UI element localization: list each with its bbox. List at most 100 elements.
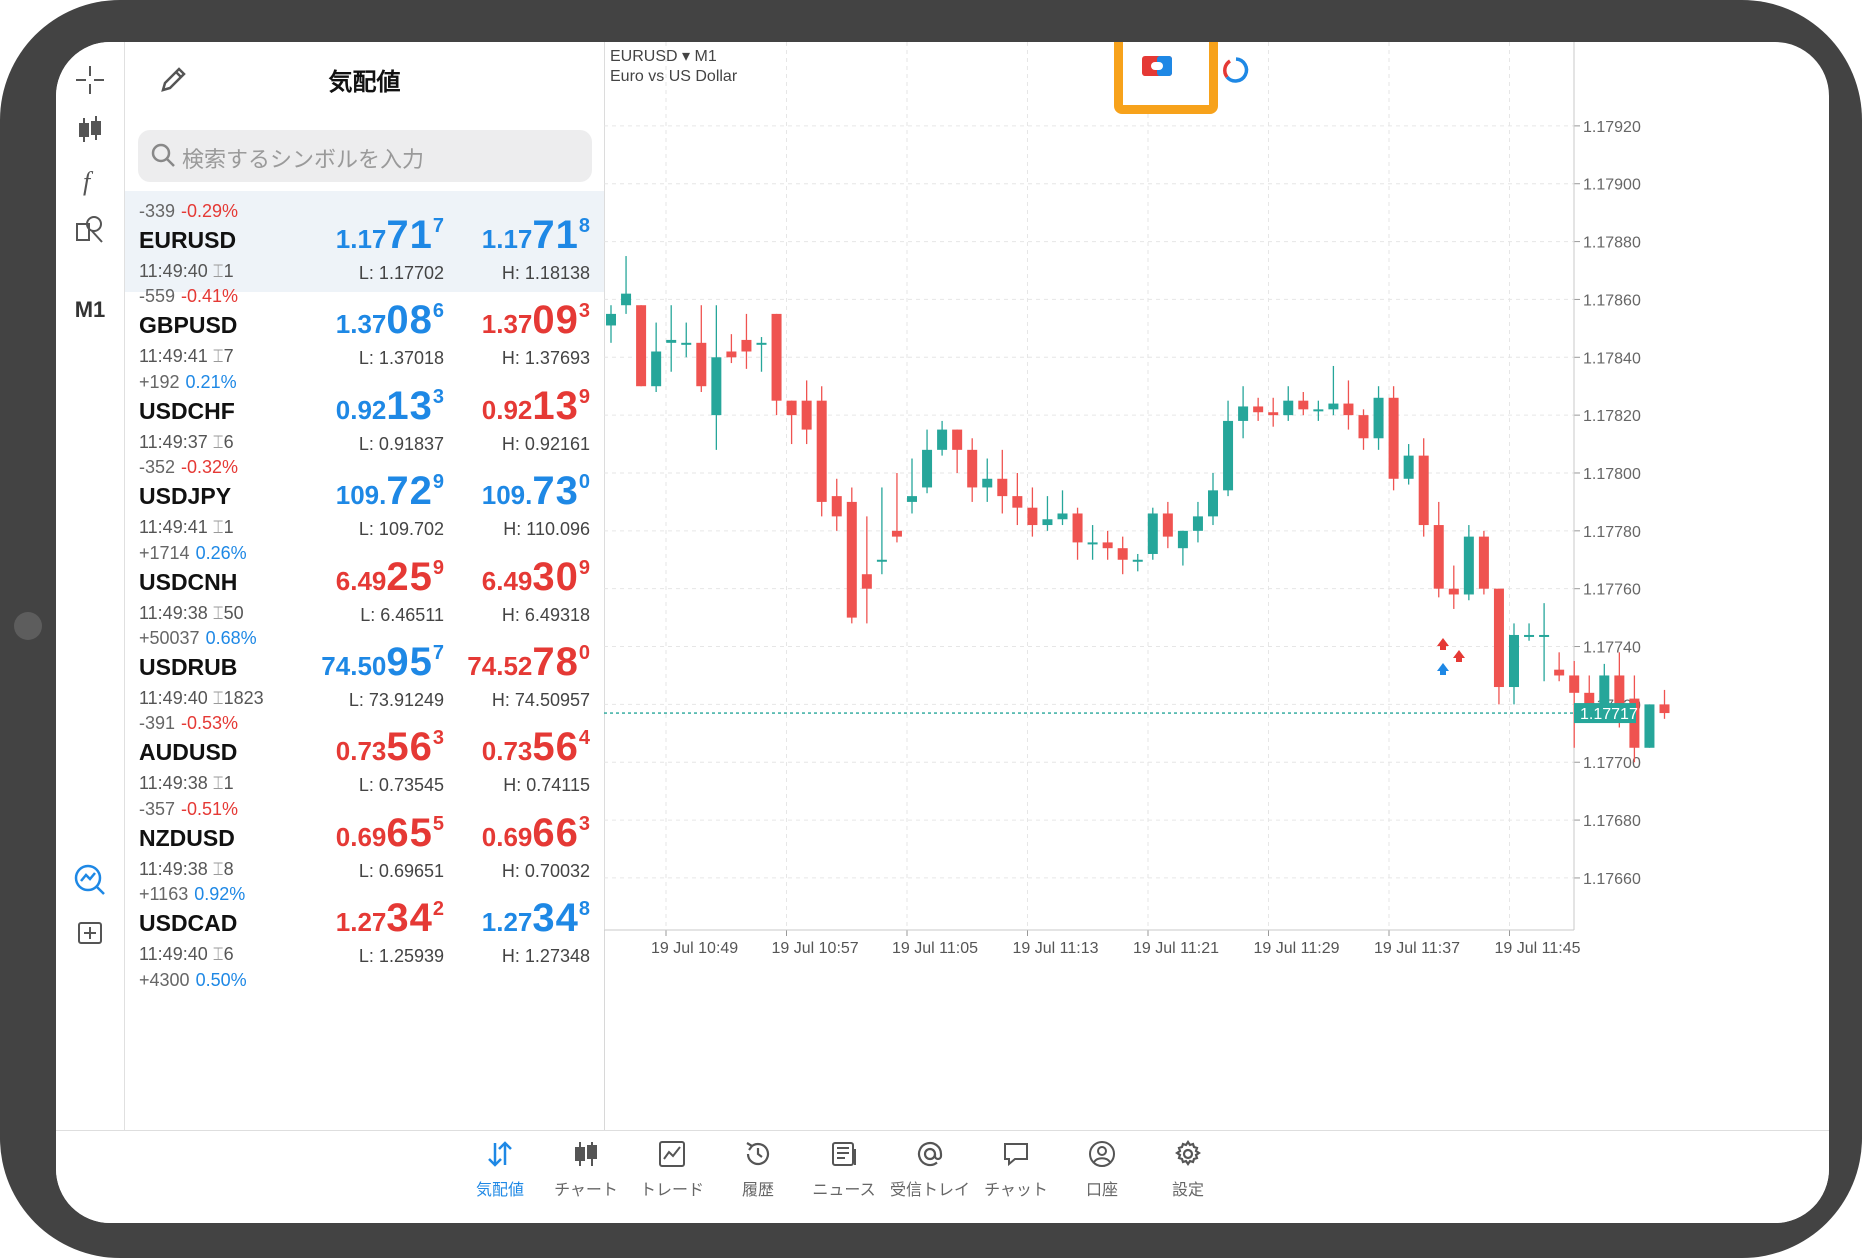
candle-body [1358,415,1369,439]
chart-area[interactable]: 1.17920 1.17900 1.17880 1.17860 1.17840 1.178… [604,42,1829,1130]
add-window-icon[interactable] [66,908,114,956]
candle-body [1478,536,1489,589]
y-tick-label: 1.17760 [1583,582,1641,599]
change-percent: 0.68% [205,628,257,648]
bid-price[interactable]: 0.69655 [336,811,444,856]
ask-price[interactable]: 1.17718 [482,213,590,258]
search-placeholder: 検索するシンボルを入力 [182,147,425,172]
tab-settings[interactable]: 設定 [1138,1139,1238,1200]
highlight-frame [1114,42,1218,114]
y-tick-label: 1.17700 [1583,755,1641,772]
search-icon [151,143,175,167]
bid-price[interactable]: 1.17717 [336,213,444,258]
y-tick-label: 1.17900 [1583,177,1641,194]
candle-body [1042,519,1053,526]
candle-body [816,400,827,502]
candle-body [606,313,616,326]
candle-body [1012,496,1023,508]
candle-body [891,530,902,537]
candle-body [1283,400,1294,416]
candle-body [1132,559,1143,562]
candle-body [1539,634,1550,637]
candle-body [771,313,782,401]
crosshair-icon[interactable] [66,56,114,104]
bid-price[interactable]: 109.729 [336,469,444,514]
svg-text:f: f [83,167,94,196]
sell-arrow-icon [1437,638,1449,650]
candle-body [1102,542,1113,549]
candle-body [982,478,993,488]
candle-body [1072,513,1083,543]
tab-trade[interactable]: トレード [622,1139,722,1200]
symbol-search-input[interactable]: 検索するシンボルを入力 [138,130,592,182]
symbol-name: NZDUSD [139,824,235,851]
ask-price[interactable]: 1.27348 [482,896,590,941]
timeframe-selector[interactable]: M1 [62,297,118,323]
objects-icon[interactable] [66,206,114,254]
app-screen: f M1 気配値 検索するシンボルを入力 -339 -0.29% EURUSD 11:… [56,42,1829,1223]
candle-body [1087,542,1098,545]
candle-body [907,496,917,502]
buy-arrow-icon [1437,663,1449,675]
candle-body [1433,525,1444,589]
bid-price[interactable]: 0.92133 [336,384,444,429]
tab-history[interactable]: 履歴 [708,1139,808,1200]
ask-price[interactable]: 109.730 [482,469,590,514]
news-icon [832,1142,856,1166]
symbol-name: USDCHF [139,397,235,424]
home-button [14,612,42,640]
y-tick-label: 1.17680 [1583,813,1641,830]
bid-price[interactable]: 74.50957 [321,640,444,685]
tab-news[interactable]: ニュース [794,1139,894,1200]
account-avatar-icon [1089,1141,1115,1167]
change-percent: 0.92% [194,884,246,905]
tab-chart[interactable]: チャート [536,1139,636,1200]
candlestick-icon[interactable] [66,106,114,154]
tab-mailbox[interactable]: 受信トレイ [880,1139,980,1200]
bid-price[interactable]: 1.37086 [336,298,444,343]
ask-price[interactable]: 0.69663 [482,811,590,856]
ask-price[interactable]: 6.49309 [482,555,590,600]
candle-body [726,351,737,358]
change-value: +50037 0.68% [139,628,257,648]
tab-quotes[interactable]: 気配値 [450,1139,550,1200]
candle-body [1253,406,1264,413]
change-percent: -0.32% [181,457,239,478]
candle-body [1554,669,1565,676]
change-value: -391 -0.53% [139,713,239,734]
ask-price[interactable]: 74.52780 [467,640,590,685]
gear-icon [1175,1140,1201,1166]
symbol-name: EURUSD [139,227,237,253]
symbol-name: USDCNH [139,568,238,595]
trade-signal-icon[interactable] [66,856,114,904]
quote-row[interactable]: +4300 0.50% [125,960,604,1061]
candle-body [831,496,842,517]
bid-price[interactable]: 6.49259 [336,555,444,600]
change-value: -339 -0.29% [139,201,239,221]
indicators-icon[interactable]: f [66,156,114,204]
x-tick-label: 19 Jul 11:29 [1254,940,1340,957]
change-value: +4300 0.50% [139,969,247,990]
candle-body [1493,588,1504,688]
signal-loading-icon[interactable] [1221,55,1251,85]
ask-price[interactable]: 0.92139 [482,384,590,429]
bid-price[interactable]: 0.73563 [336,725,444,770]
one-click-trading-icon[interactable] [1141,54,1173,78]
ask-price[interactable]: 1.37093 [482,298,590,343]
tab-chat[interactable]: チャット [966,1139,1066,1200]
ask-price[interactable]: 0.73564 [482,725,590,770]
bid-price[interactable]: 1.27342 [336,896,444,941]
change-value: +1714 0.26% [139,542,247,563]
one-click-trading-highlight [1106,42,1218,114]
current-price-label: 1.17717 [1580,706,1638,723]
candle-body [1147,513,1158,554]
change-value: -559 -0.41% [139,286,239,307]
y-tick-label: 1.17740 [1583,640,1641,657]
candle-body [922,449,933,488]
candlestick-chart[interactable]: 1.17920 1.17900 1.17880 1.17860 1.17840 1.178… [604,42,1829,1130]
chart-symbol-label: EURUSD ▾ M1 [610,48,717,65]
x-tick-label: 19 Jul 11:21 [1133,940,1219,957]
tab-account[interactable]: 口座 [1052,1139,1152,1200]
candle-body [1328,403,1339,410]
change-value: -357 -0.51% [139,798,239,819]
